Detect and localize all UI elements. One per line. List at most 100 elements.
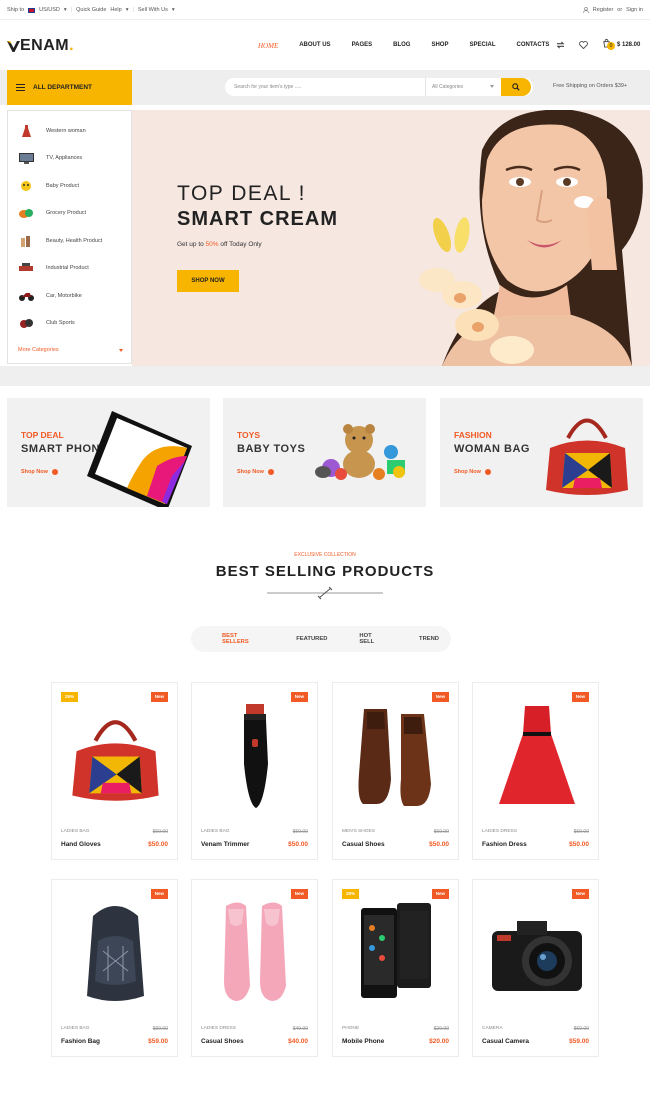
- tab-featured[interactable]: FEATURED: [296, 636, 327, 642]
- sidebar-item-club-sports[interactable]: Club Sports: [8, 310, 131, 338]
- site-logo[interactable]: ENAM.: [7, 37, 74, 55]
- product-image: [62, 701, 169, 811]
- nav-blog[interactable]: BLOG: [393, 42, 410, 50]
- promo-woman-bag[interactable]: FASHION WOMAN BAG Shop Now: [440, 398, 643, 507]
- category-select[interactable]: All Categories: [425, 78, 501, 96]
- register-link[interactable]: Register: [593, 7, 613, 13]
- product-name[interactable]: Hand Gloves: [61, 841, 101, 848]
- product-price: $50.00: [569, 841, 589, 848]
- header: ENAM. HOME ABOUT US PAGES BLOG SHOP SPEC…: [0, 20, 650, 70]
- product-image: [483, 701, 590, 811]
- chevron-down-icon: ▾: [63, 7, 67, 13]
- hero-banner[interactable]: TOP DEAL ! SMART CREAM Get up to 50% off…: [132, 110, 650, 366]
- sidebar-item-label: Western woman: [46, 127, 86, 134]
- sidebar-item-industrial[interactable]: Industrial Product: [8, 255, 131, 283]
- currency-select[interactable]: US/USD: [39, 7, 60, 13]
- logo-mark-icon: [7, 40, 20, 52]
- nav-home[interactable]: HOME: [258, 42, 278, 50]
- all-department-button[interactable]: ALL DEPARTMENT: [7, 70, 132, 105]
- hero-title-line2: SMART CREAM: [177, 208, 338, 230]
- banner-bottom-strip: [0, 366, 650, 386]
- search-input[interactable]: Search for your item's type .....: [225, 84, 425, 90]
- tab-best-sellers[interactable]: BEST SELLERS: [222, 633, 264, 645]
- product-price: $40.00: [288, 1038, 308, 1045]
- sell-with-us-link[interactable]: Sell With Us: [138, 7, 168, 13]
- tab-trend[interactable]: TREND: [419, 636, 439, 642]
- more-categories-link[interactable]: More Categories: [18, 347, 123, 353]
- product-image: [202, 701, 309, 811]
- nav-pages[interactable]: PAGES: [352, 42, 373, 50]
- product-category: LADIES BAG: [61, 1026, 90, 1031]
- logo-text: ENAM: [20, 37, 70, 54]
- promo-baby-toys[interactable]: TOYS BABY TOYS Shop Now: [223, 398, 426, 507]
- promo-shop-link[interactable]: Shop Now: [454, 469, 491, 475]
- sidebar-item-car-motorbike[interactable]: Car, Motorbike: [8, 282, 131, 310]
- product-image: [62, 898, 169, 1008]
- product-card[interactable]: New LADIES DRESS $69.00 Fashion Dress $5…: [472, 682, 599, 860]
- chevron-down-icon: ▾: [125, 7, 129, 13]
- nav-about-us[interactable]: ABOUT US: [299, 42, 330, 50]
- product-card[interactable]: New LADIES BAG $69.00 Venam Trimmer $50.…: [191, 682, 318, 860]
- section-subtitle: EXCLUSIVE COLLECTION: [294, 552, 356, 558]
- uk-flag-icon: [28, 7, 36, 13]
- product-name[interactable]: Fashion Bag: [61, 1038, 100, 1045]
- promo-kicker: TOYS: [237, 430, 260, 440]
- promo-shop-link[interactable]: Shop Now: [237, 469, 274, 475]
- product-name[interactable]: Casual Camera: [482, 1038, 529, 1045]
- product-card[interactable]: 25% New PHONE $29.00 Mobile Phone $20.00: [332, 879, 459, 1057]
- ship-to-label: Ship to: [7, 7, 25, 13]
- heart-icon[interactable]: [579, 40, 588, 49]
- product-name[interactable]: Casual Shoes: [342, 841, 385, 848]
- product-card[interactable]: New LADIES BAG $99.00 Fashion Bag $59.00: [51, 879, 178, 1057]
- product-name[interactable]: Mobile Phone: [342, 1038, 384, 1045]
- product-category: LADIES DRESS: [482, 829, 517, 834]
- discount-highlight: 50%: [205, 241, 219, 248]
- product-old-price: $69.00: [152, 829, 168, 835]
- tab-hot-sell[interactable]: HOT SELL: [359, 633, 387, 645]
- sidebar-item-label: Club Sports: [46, 320, 75, 327]
- sidebar-item-tv-appliances[interactable]: TV, Appliances: [8, 145, 131, 173]
- sidebar-item-grocery-product[interactable]: Grocery Product: [8, 200, 131, 228]
- product-name[interactable]: Casual Shoes: [201, 1038, 244, 1045]
- quick-guide-link[interactable]: Quick Guide: [76, 7, 106, 13]
- product-old-price: $69.00: [433, 829, 449, 835]
- product-card[interactable]: New LADIES DRESS $49.00 Casual Shoes $40…: [191, 879, 318, 1057]
- product-price: $50.00: [148, 841, 168, 848]
- nav-special[interactable]: SPECIAL: [469, 42, 495, 50]
- promo-smart-phone[interactable]: TOP DEAL SMART PHONE Shop Now: [7, 398, 210, 507]
- product-category: PHONE: [342, 1026, 360, 1031]
- shop-now-button[interactable]: SHOP NOW: [177, 270, 239, 292]
- promo-title: BABY TOYS: [237, 443, 306, 455]
- all-department-label: ALL DEPARTMENT: [33, 84, 92, 91]
- promo-kicker: TOP DEAL: [21, 430, 64, 440]
- help-link[interactable]: Help: [110, 7, 121, 13]
- compare-icon[interactable]: [556, 41, 565, 49]
- cart-button[interactable]: 0: [602, 39, 615, 50]
- section-title: BEST SELLING PRODUCTS: [215, 563, 435, 580]
- product-price: $20.00: [429, 1038, 449, 1045]
- product-image: [343, 898, 450, 1008]
- tv-icon: [18, 152, 34, 165]
- sign-in-link[interactable]: Sign in: [626, 7, 643, 13]
- product-card[interactable]: New CAMERA $69.00 Casual Camera $59.00: [472, 879, 599, 1057]
- dress-icon: [18, 124, 34, 137]
- nav-shop[interactable]: SHOP: [431, 42, 448, 50]
- product-card[interactable]: 25% New LADIES BAG $69.00 Hand Gloves $5…: [51, 682, 178, 860]
- product-card[interactable]: New MEN'S SHOES $69.00 Casual Shoes $50.…: [332, 682, 459, 860]
- product-name[interactable]: Fashion Dress: [482, 841, 527, 848]
- promo-shop-link[interactable]: Shop Now: [21, 469, 58, 475]
- search-bar: Search for your item's type ..... All Ca…: [225, 78, 533, 96]
- sidebar-item-western-woman[interactable]: Western woman: [8, 117, 131, 145]
- product-name[interactable]: Venam Trimmer: [201, 841, 249, 848]
- sidebar-item-baby-product[interactable]: Baby Product: [8, 172, 131, 200]
- product-category: LADIES DRESS: [201, 1026, 236, 1031]
- user-icon: [583, 7, 589, 13]
- page: Ship to US/USD ▾ | Quick Guide Help ▾ | Se…: [0, 0, 650, 1098]
- nav-contacts[interactable]: CONTACTS: [517, 42, 550, 50]
- arrow-circle-icon: [51, 469, 58, 475]
- search-button[interactable]: [501, 78, 531, 96]
- product-price: $50.00: [429, 841, 449, 848]
- sidebar-item-beauty-health[interactable]: Beauty, Health Product: [8, 227, 131, 255]
- cart-total: $ 128.00: [617, 42, 641, 48]
- smartphone-image: [87, 411, 192, 507]
